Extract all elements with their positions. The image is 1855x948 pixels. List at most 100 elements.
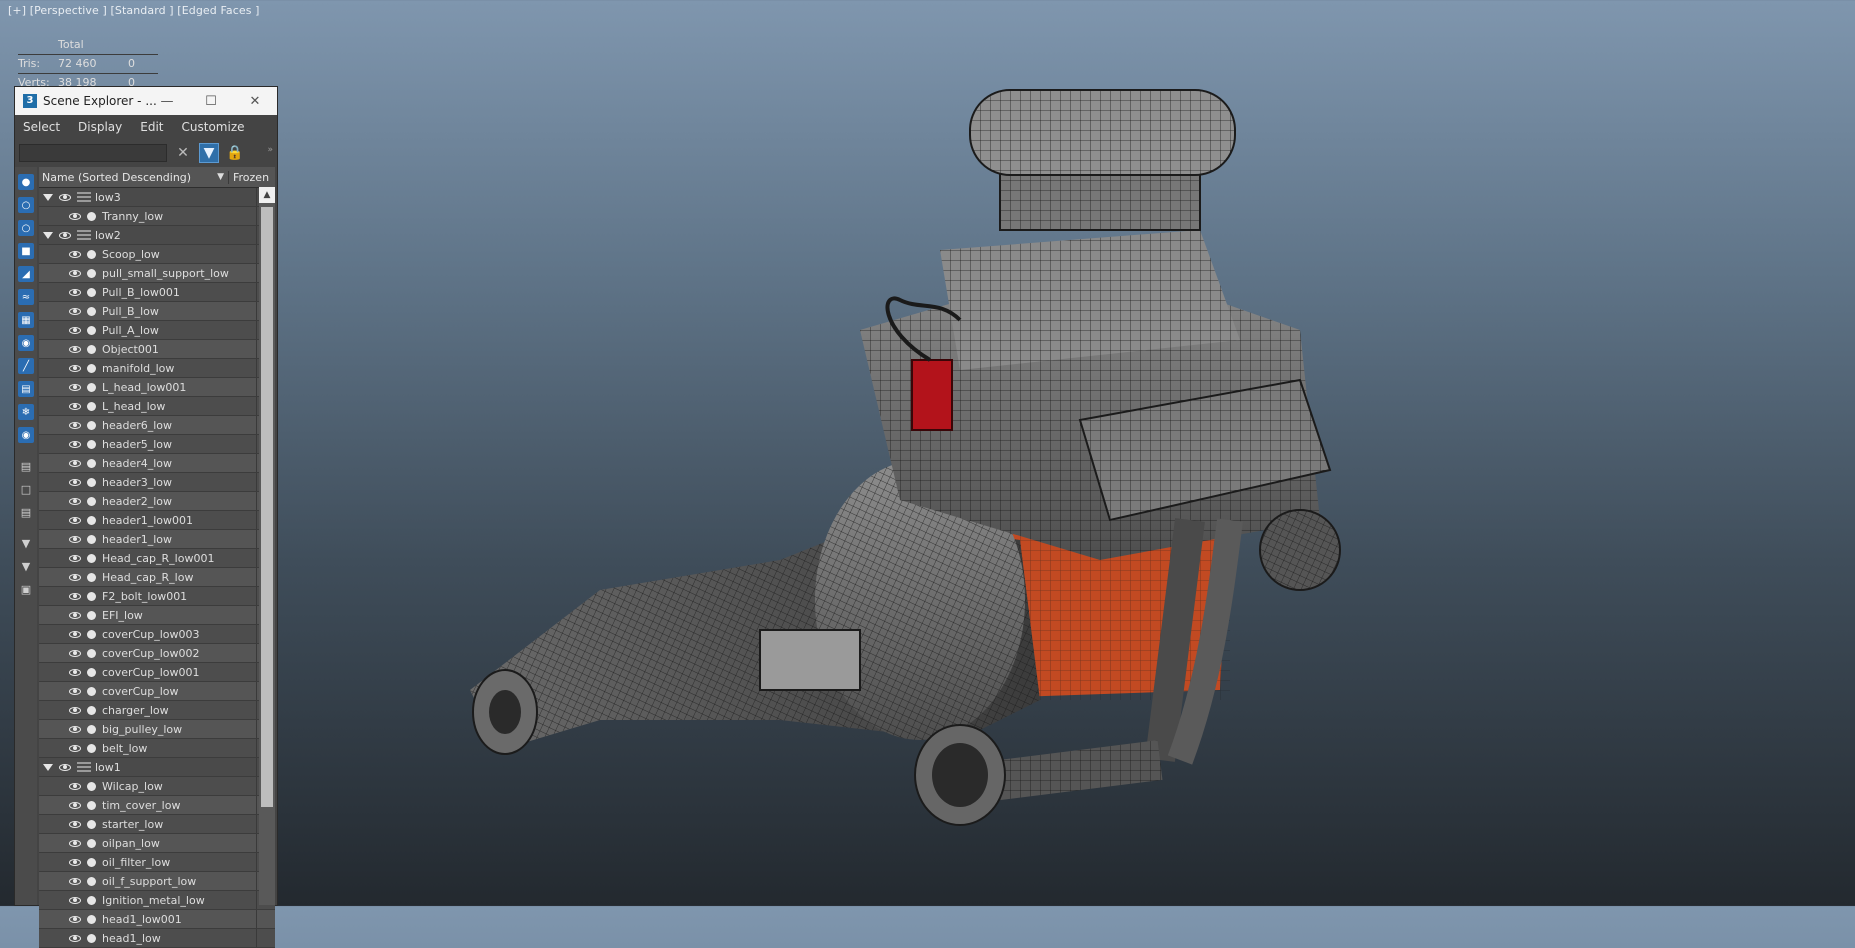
visibility-eye-icon[interactable] [69,345,81,353]
frozen-cell[interactable] [256,207,257,225]
sort-descending-icon[interactable]: ▼ [217,172,224,182]
visibility-eye-icon[interactable] [69,801,81,809]
object-row[interactable]: header1_low001 [39,511,275,530]
visibility-eye-icon[interactable] [59,231,71,239]
object-row[interactable]: F2_bolt_low001 [39,587,275,606]
visibility-eye-icon[interactable] [69,364,81,372]
visibility-eye-icon[interactable] [69,554,81,562]
frozen-cell[interactable] [256,245,257,263]
lights-filter-icon[interactable]: ○ [18,220,34,236]
frozen-cell[interactable] [256,302,257,320]
object-row[interactable]: Head_cap_R_low [39,568,275,587]
visibility-eye-icon[interactable] [69,839,81,847]
scroll-thumb[interactable] [261,207,273,807]
visibility-eye-icon[interactable] [69,212,81,220]
visibility-eye-icon[interactable] [69,782,81,790]
minimize-button[interactable]: — [145,87,189,115]
frozen-cell[interactable] [256,530,257,548]
object-row[interactable]: Object001 [39,340,275,359]
visibility-eye-icon[interactable] [69,383,81,391]
visibility-eye-icon[interactable] [69,535,81,543]
visibility-eye-icon[interactable] [69,288,81,296]
display-none-icon[interactable]: □ [18,481,34,497]
scroll-up-icon[interactable]: ▲ [259,187,275,203]
object-row[interactable]: coverCup_low001 [39,663,275,682]
object-row[interactable]: tim_cover_low [39,796,275,815]
expand-triangle-icon[interactable] [43,193,53,201]
object-row[interactable]: coverCup_low002 [39,644,275,663]
object-row[interactable]: starter_low [39,815,275,834]
layer-row[interactable]: low2 [39,226,275,245]
display-all-icon[interactable]: ▤ [18,458,34,474]
object-row[interactable]: L_head_low [39,397,275,416]
visibility-eye-icon[interactable] [69,706,81,714]
object-row[interactable]: Pull_B_low001 [39,283,275,302]
visibility-eye-icon[interactable] [69,649,81,657]
frozen-cell[interactable] [256,625,257,643]
clear-search-icon[interactable]: ✕ [173,143,193,163]
frozen-cell[interactable] [256,739,257,757]
menu-edit[interactable]: Edit [132,120,171,134]
visibility-eye-icon[interactable] [69,592,81,600]
object-row[interactable]: big_pulley_low [39,720,275,739]
object-row[interactable]: header5_low [39,435,275,454]
filter-options-icon[interactable]: ▼ [18,535,34,551]
frozen-cell[interactable] [256,511,257,529]
frozen-cell[interactable] [256,549,257,567]
frozen-cell[interactable] [256,416,257,434]
frozen-cell[interactable] [256,834,257,852]
object-row[interactable]: Head_cap_R_low001 [39,549,275,568]
frozen-cell[interactable] [256,454,257,472]
visibility-eye-icon[interactable] [69,478,81,486]
visibility-eye-icon[interactable] [69,877,81,885]
helpers-filter-icon[interactable]: ◢ [18,266,34,282]
expand-triangle-icon[interactable] [43,763,53,771]
object-row[interactable]: manifold_low [39,359,275,378]
scene-explorer-titlebar[interactable]: 3 Scene Explorer - ... — ☐ ✕ [15,87,277,115]
frozen-cell[interactable] [256,397,257,415]
frozen-cell[interactable] [256,891,257,909]
frozen-cell[interactable] [256,283,257,301]
object-row[interactable]: L_head_low001 [39,378,275,397]
visibility-eye-icon[interactable] [69,744,81,752]
toolbar-overflow-icon[interactable]: » [267,145,273,155]
space-warps-filter-icon[interactable]: ≈ [18,289,34,305]
maximize-button[interactable]: ☐ [189,87,233,115]
frozen-cell[interactable] [256,359,257,377]
viewport-label[interactable]: [+] [Perspective ] [Standard ] [Edged Fa… [8,4,260,17]
object-row[interactable]: header6_low [39,416,275,435]
object-row[interactable]: belt_low [39,739,275,758]
frozen-cell[interactable] [256,264,257,282]
layer-row[interactable]: low3 [39,188,275,207]
frozen-cell[interactable] [256,720,257,738]
frozen-cell[interactable] [256,378,257,396]
object-row[interactable]: oil_filter_low [39,853,275,872]
scrollbar[interactable]: ▲ [259,187,275,905]
object-row[interactable]: Wilcap_low [39,777,275,796]
filter-toggle-icon[interactable]: ▼ [199,143,219,163]
visibility-eye-icon[interactable] [69,687,81,695]
visibility-eye-icon[interactable] [59,193,71,201]
object-row[interactable]: Pull_B_low [39,302,275,321]
expand-triangle-icon[interactable] [43,231,53,239]
frozen-cell[interactable] [256,568,257,586]
shapes-filter-icon[interactable]: ○ [18,197,34,213]
frozen-cell[interactable] [256,492,257,510]
frozen-cell[interactable] [256,321,257,339]
visibility-eye-icon[interactable] [69,402,81,410]
close-button[interactable]: ✕ [233,87,277,115]
frozen-cell[interactable] [256,663,257,681]
search-input[interactable] [19,144,167,162]
frozen-cell[interactable] [256,587,257,605]
visibility-eye-icon[interactable] [69,326,81,334]
menu-display[interactable]: Display [70,120,130,134]
visibility-eye-icon[interactable] [69,516,81,524]
object-row[interactable]: header2_low [39,492,275,511]
containers-filter-icon[interactable]: ▤ [18,381,34,397]
visibility-eye-icon[interactable] [69,307,81,315]
object-row[interactable]: header4_low [39,454,275,473]
object-row[interactable]: head1_low001 [39,910,275,929]
object-row[interactable]: oil_f_support_low [39,872,275,891]
bones-filter-icon[interactable]: ╱ [18,358,34,374]
frozen-cell[interactable] [256,777,257,795]
